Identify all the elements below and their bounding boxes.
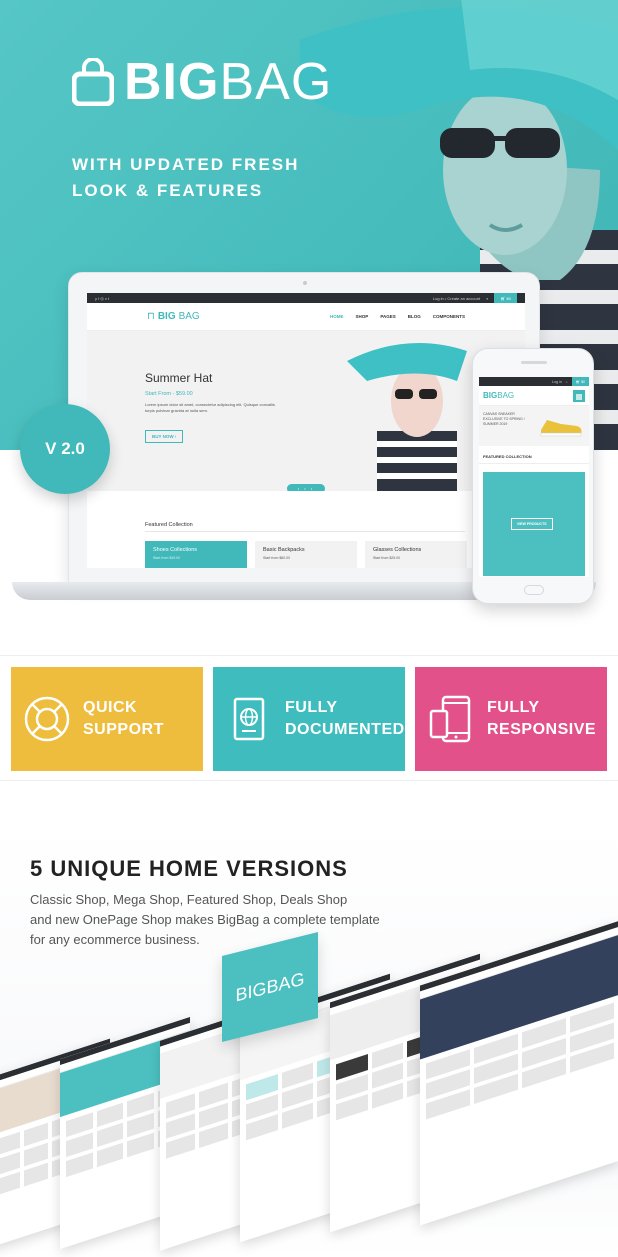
cart-icon: 🛒︎ <box>500 295 506 301</box>
versions-desc-line-1: Classic Shop, Mega Shop, Featured Shop, … <box>30 892 348 907</box>
menu-item-blog[interactable]: BLOG <box>408 314 421 319</box>
site-menu: HOME SHOP PAGES BLOG COMPONENTS <box>330 314 465 319</box>
promo-page: BIGBAG WITH UPDATED FRESH LOOK & FEATURE… <box>0 0 618 1257</box>
site-nav: ⊓ BIG BAG HOME SHOP PAGES BLOG COMPONENTS <box>87 303 525 331</box>
feature-label-line-1: FULLY <box>285 699 338 716</box>
passport-icon <box>233 697 265 741</box>
card-title: Shoes Collections <box>153 547 198 553</box>
brand-name-bold: BIG <box>124 53 220 111</box>
laptop-screen: y f ◎ v t Log in • Create an account ⌕ 🛒… <box>87 293 525 568</box>
camera-dot <box>303 281 307 285</box>
menu-item-shop[interactable]: SHOP <box>356 314 369 319</box>
phone-featured-tile: VIEW PRODUCTS <box>483 472 585 576</box>
collection-cards: Shoes Collections Start from $49.00 Basic… <box>145 541 467 568</box>
features-strip: QUICK SUPPORT FULLY DOCUMENTED FULLY RES… <box>0 655 618 781</box>
devices-icon <box>429 695 471 743</box>
phone-nav: BIGBAG <box>479 386 589 406</box>
feature-fully-documented: FULLY DOCUMENTED <box>213 667 405 771</box>
hamburger-menu-icon[interactable] <box>573 389 585 402</box>
phone-logo-light: BAG <box>497 391 515 400</box>
feature-label-line-1: QUICK <box>83 699 138 716</box>
shopping-bag-icon <box>72 58 114 106</box>
phone-speaker <box>521 361 547 364</box>
slide-title: Summer Hat <box>145 371 213 385</box>
search-icon[interactable]: ⌕ <box>566 380 568 384</box>
shopping-bag-icon: ⊓ <box>147 311 155 322</box>
feature-quick-support: QUICK SUPPORT <box>11 667 203 771</box>
cart-icon: 🛒︎ <box>575 379 581 384</box>
buy-now-button[interactable]: BUY NOW › <box>145 430 184 443</box>
phone-topbar: Log in ⌕ 🛒︎ $0 <box>479 377 589 386</box>
featured-title: Featured Collection <box>145 522 193 528</box>
phone-login-link[interactable]: Log in <box>552 380 562 384</box>
feature-label: FULLY RESPONSIVE <box>487 697 596 741</box>
collection-card[interactable]: Glasses Collections Start from $25.00 <box>365 541 467 568</box>
collection-card[interactable]: Shoes Collections Start from $49.00 <box>145 541 247 568</box>
brand-name-light: BAG <box>219 53 333 111</box>
site-logo-light: BAG <box>178 311 200 322</box>
home-versions-section: 5 UNIQUE HOME VERSIONS Classic Shop, Meg… <box>0 828 618 1257</box>
slide-price: Start From - $59.00 <box>145 391 193 397</box>
feature-label-line-2: RESPONSIVE <box>487 721 597 738</box>
collection-card[interactable]: Basic Backpacks Start from $60.00 <box>255 541 357 568</box>
slider-pagination[interactable]: • • • <box>287 484 325 491</box>
versions-desc-line-2: and new OnePage Shop makes BigBag a comp… <box>30 912 380 927</box>
search-icon[interactable]: ⌕ <box>486 296 488 301</box>
cart-total: $0 <box>506 295 511 301</box>
account-links[interactable]: Log in • Create an account <box>433 296 480 301</box>
phone-mockup: Log in ⌕ 🛒︎ $0 BIGBAG CANVAS SNEAKER EXC… <box>472 348 594 604</box>
site-logo-bold: BIG <box>157 311 176 322</box>
tagline-line-2: LOOK & FEATURES <box>72 181 264 200</box>
card-subtitle: Start from $49.00 <box>153 556 181 560</box>
versions-description: Classic Shop, Mega Shop, Featured Shop, … <box>30 890 450 950</box>
brand-logo: BIGBAG <box>72 56 332 108</box>
card-subtitle: Start from $60.00 <box>263 556 291 560</box>
versions-title: 5 UNIQUE HOME VERSIONS <box>30 856 348 881</box>
hero-tagline: WITH UPDATED FRESH LOOK & FEATURES <box>72 152 299 204</box>
brand-wordmark: BIGBAG <box>124 56 332 108</box>
tagline-line-1: WITH UPDATED FRESH <box>72 155 300 174</box>
feature-label-line-1: FULLY <box>487 699 540 716</box>
lifebuoy-icon <box>24 696 70 742</box>
site-topbar: y f ◎ v t Log in • Create an account ⌕ 🛒… <box>87 293 525 303</box>
phone-logo-bold: BIG <box>483 391 498 400</box>
phone-screen: Log in ⌕ 🛒︎ $0 BIGBAG CANVAS SNEAKER EXC… <box>479 377 589 577</box>
card-subtitle: Start from $25.00 <box>373 556 401 560</box>
social-icons[interactable]: y f ◎ v t <box>95 296 109 301</box>
card-title: Basic Backpacks <box>263 547 305 553</box>
feature-label: QUICK SUPPORT <box>83 697 164 741</box>
hero-slider: Summer Hat Start From - $59.00 Lorem ips… <box>87 331 525 491</box>
slide-text: Lorem ipsum dolor sit amet, consectetur … <box>145 402 275 413</box>
site-logo[interactable]: ⊓ BIG BAG <box>147 311 200 322</box>
menu-item-components[interactable]: COMPONENTS <box>433 314 465 319</box>
slide-image <box>347 343 467 491</box>
phone-featured-title: FEATURED COLLECTION <box>479 446 589 464</box>
phone-cart-button[interactable]: 🛒︎ $0 <box>571 377 589 386</box>
cart-button[interactable]: 🛒︎ $0 <box>494 293 517 303</box>
phone-logo[interactable]: BIGBAG <box>483 391 514 400</box>
card-title: Glasses Collections <box>373 547 422 553</box>
feature-label-line-2: DOCUMENTED <box>285 721 405 738</box>
sneaker-image <box>540 420 582 437</box>
phone-home-button <box>524 585 544 595</box>
feature-label-line-2: SUPPORT <box>83 721 164 738</box>
feature-label: FULLY DOCUMENTED <box>285 697 405 741</box>
menu-item-pages[interactable]: PAGES <box>380 314 395 319</box>
view-products-button[interactable]: VIEW PRODUCTS <box>511 518 553 530</box>
feature-fully-responsive: FULLY RESPONSIVE <box>415 667 607 771</box>
phone-cart-total: $0 <box>581 379 585 384</box>
featured-divider <box>145 531 465 532</box>
version-badge: V 2.0 <box>20 404 110 494</box>
menu-item-home[interactable]: HOME <box>330 314 344 319</box>
phone-banner: CANVAS SNEAKER EXCLUSIVE TO SPRING / SUM… <box>479 406 589 446</box>
versions-desc-line-3: for any ecommerce business. <box>30 932 200 947</box>
laptop-mockup: y f ◎ v t Log in • Create an account ⌕ 🛒… <box>68 272 540 584</box>
phone-banner-sub: EXCLUSIVE TO SPRING / SUMMER 2019 <box>483 417 525 426</box>
